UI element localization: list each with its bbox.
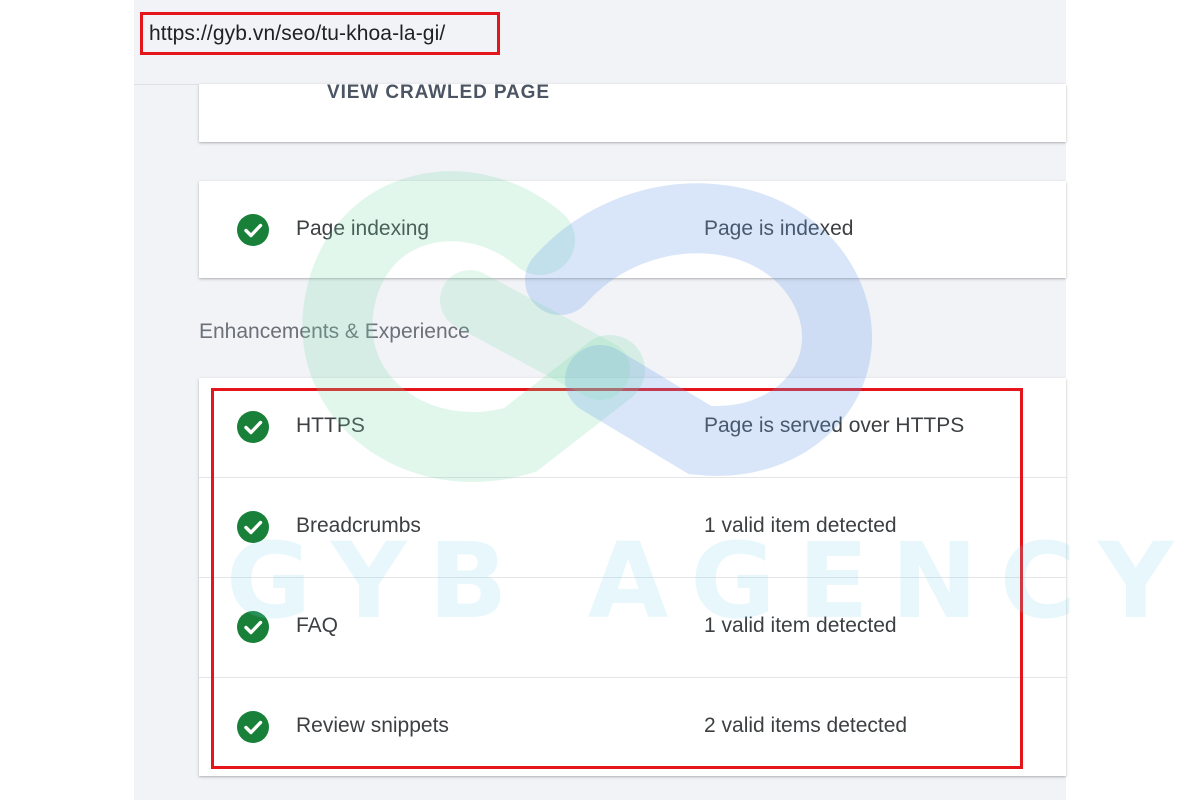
page-indexing-status: Page is indexed (704, 217, 854, 240)
view-crawled-page-link[interactable]: VIEW CRAWLED PAGE (327, 82, 550, 104)
check-circle-icon (237, 611, 269, 643)
inspected-url[interactable]: https://gyb.vn/seo/tu-khoa-la-gi/ (140, 12, 500, 55)
check-circle-icon (237, 411, 269, 443)
enhancement-row-review-snippets[interactable]: Review snippets 2 valid items detected (199, 677, 1066, 778)
page-indexing-label: Page indexing (296, 217, 430, 240)
enhancement-status: 2 valid items detected (704, 714, 908, 737)
enhancements-section-title: Enhancements & Experience (199, 320, 470, 343)
check-circle-icon (237, 214, 269, 246)
page-indexing-card[interactable]: Page indexing Page is indexed (199, 181, 1066, 278)
enhancement-row-https[interactable]: HTTPS Page is served over HTTPS (199, 378, 1066, 478)
enhancement-status: 1 valid item detected (704, 514, 897, 537)
enhancement-label: Breadcrumbs (296, 514, 421, 537)
screenshot-stage: https://gyb.vn/seo/tu-khoa-la-gi/ VIEW C… (0, 0, 1200, 800)
enhancement-row-breadcrumbs[interactable]: Breadcrumbs 1 valid item detected (199, 477, 1066, 578)
enhancement-status: Page is served over HTTPS (704, 414, 965, 437)
check-circle-icon (237, 711, 269, 743)
check-circle-icon (237, 511, 269, 543)
enhancement-label: FAQ (296, 614, 339, 637)
enhancement-label: HTTPS (296, 414, 365, 437)
enhancement-label: Review snippets (296, 714, 449, 737)
crawled-page-card: VIEW CRAWLED PAGE (199, 82, 1066, 142)
enhancement-row-faq[interactable]: FAQ 1 valid item detected (199, 577, 1066, 678)
enhancement-status: 1 valid item detected (704, 614, 897, 637)
inspected-url-text: https://gyb.vn/seo/tu-khoa-la-gi/ (149, 21, 446, 45)
enhancements-card: HTTPS Page is served over HTTPS Breadcru… (199, 378, 1066, 776)
